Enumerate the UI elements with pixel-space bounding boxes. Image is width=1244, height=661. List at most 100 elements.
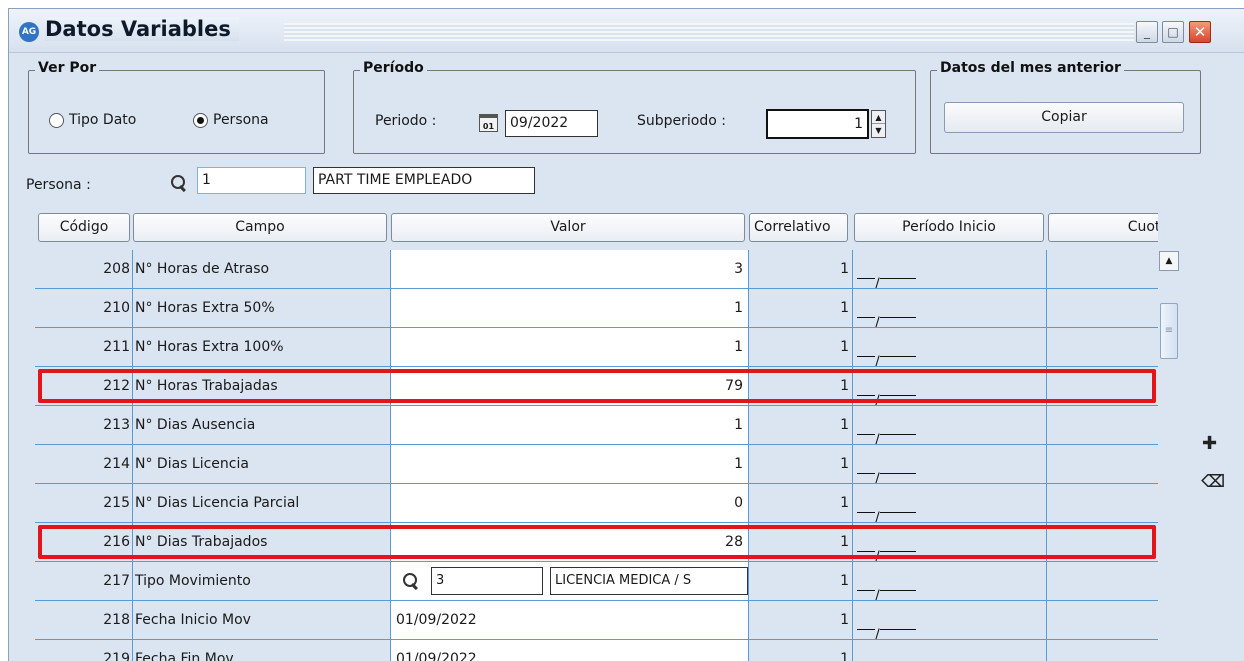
periodo-inicio-cell[interactable]: / xyxy=(852,328,1046,366)
table-row[interactable]: 212 N° Horas Trabajadas 79 1/ xyxy=(35,367,1158,406)
table-row[interactable]: 218 Fecha Inicio Mov 01/09/2022 1/ xyxy=(35,601,1158,640)
periodo-year-slot[interactable] xyxy=(879,601,916,639)
periodo-month-slot[interactable] xyxy=(857,367,875,405)
periodo-month-slot[interactable] xyxy=(857,289,875,327)
periodo-year-slot[interactable] xyxy=(879,484,916,522)
valor-cell[interactable]: 3 LICENCIA MEDICA / S xyxy=(390,562,748,600)
periodo-year-slot[interactable] xyxy=(879,523,916,561)
table-row[interactable]: 215 N° Dias Licencia Parcial 0 1/ xyxy=(35,484,1158,523)
radio-tipo-dato[interactable]: Tipo Dato xyxy=(49,112,136,128)
correlativo-cell: 1 xyxy=(748,601,852,639)
periodo-inicio-cell[interactable]: / xyxy=(852,562,1046,600)
column-header-cuota[interactable]: Cuota xyxy=(1048,213,1158,242)
copiar-button[interactable]: Copiar xyxy=(944,102,1184,133)
valor-cell[interactable]: 01/09/2022 xyxy=(390,640,748,661)
periodo-group-label: Período xyxy=(360,60,427,76)
periodo-month-slot[interactable] xyxy=(857,601,875,639)
periodo-month-slot[interactable] xyxy=(857,562,875,600)
scroll-up-icon[interactable]: ▲ xyxy=(1159,251,1179,271)
periodo-inicio-cell[interactable]: / xyxy=(852,640,1046,661)
search-icon[interactable] xyxy=(403,573,419,589)
periodo-month-slot[interactable] xyxy=(857,250,875,288)
column-header-periodo-inicio[interactable]: Período Inicio xyxy=(854,213,1044,242)
periodo-inicio-cell[interactable]: / xyxy=(852,445,1046,483)
periodo-input[interactable]: 09/2022 xyxy=(505,110,598,137)
periodo-year-slot[interactable] xyxy=(879,445,916,483)
valor-cell[interactable]: 0 xyxy=(390,484,748,522)
valor-cell[interactable]: 01/09/2022 xyxy=(390,601,748,639)
periodo-inicio-cell[interactable]: / xyxy=(852,250,1046,288)
minimize-button[interactable]: _ xyxy=(1136,21,1158,43)
periodo-year-slot[interactable] xyxy=(879,406,916,444)
valor-cell[interactable]: 3 xyxy=(390,250,748,288)
codigo-cell: 214 xyxy=(35,445,132,483)
add-row-icon[interactable]: ✚ xyxy=(1202,433,1217,454)
correlativo-cell: 1 xyxy=(748,523,852,561)
valor-cell[interactable]: 1 xyxy=(390,445,748,483)
periodo-inicio-cell[interactable]: / xyxy=(852,601,1046,639)
valor-cell[interactable]: 1 xyxy=(390,406,748,444)
radio-tipo-dato-circle[interactable] xyxy=(49,112,64,128)
periodo-year-slot[interactable] xyxy=(879,250,916,288)
lookup-code-input[interactable]: 3 xyxy=(431,567,543,595)
stepper-down-icon[interactable]: ▼ xyxy=(872,124,885,137)
calendar-icon[interactable]: 01 xyxy=(479,114,498,132)
periodo-inicio-cell[interactable]: / xyxy=(852,289,1046,327)
periodo-month-slot[interactable] xyxy=(857,328,875,366)
table-row[interactable]: 219Fecha Fin Mov01/09/20221/ xyxy=(35,640,1158,661)
stepper-up-icon[interactable]: ▲ xyxy=(872,111,885,124)
periodo-month-slot[interactable] xyxy=(857,406,875,444)
cuota-cell xyxy=(1046,523,1158,561)
periodo-inicio-cell[interactable]: / xyxy=(852,367,1046,405)
table-row[interactable]: 210 N° Horas Extra 50% 1 1/ xyxy=(35,289,1158,328)
vertical-scrollbar[interactable]: ▲ ≡ xyxy=(1158,250,1180,661)
valor-cell[interactable]: 1 xyxy=(390,328,748,366)
table-row[interactable]: 211 N° Horas Extra 100% 1 1/ xyxy=(35,328,1158,367)
subperiodo-stepper[interactable]: ▲ ▼ xyxy=(871,110,886,138)
radio-tipo-dato-label: Tipo Dato xyxy=(69,112,137,128)
column-header-valor[interactable]: Valor xyxy=(391,213,745,242)
cuota-cell xyxy=(1046,406,1158,444)
periodo-year-slot[interactable] xyxy=(879,289,916,327)
valor-cell[interactable]: 1 xyxy=(390,289,748,327)
subperiodo-input[interactable]: 1 xyxy=(766,109,869,139)
persona-id-input[interactable]: 1 xyxy=(197,167,306,194)
cuota-cell xyxy=(1046,328,1158,366)
close-button[interactable]: ✕ xyxy=(1189,21,1211,43)
periodo-inicio-cell[interactable]: / xyxy=(852,406,1046,444)
search-icon[interactable] xyxy=(171,175,187,191)
table-row[interactable]: 216 N° Dias Trabajados 28 1/ xyxy=(35,523,1158,562)
radio-persona-circle[interactable] xyxy=(193,112,208,128)
persona-name-field: PART TIME EMPLEADO xyxy=(313,167,535,194)
periodo-month-slot[interactable] xyxy=(857,445,875,483)
maximize-button[interactable]: □ xyxy=(1162,21,1184,43)
periodo-year-slot[interactable] xyxy=(880,640,916,661)
periodo-month-slot[interactable] xyxy=(857,640,875,661)
campo-cell: Fecha Inicio Mov xyxy=(132,601,390,639)
table-row[interactable]: 213 N° Dias Ausencia 1 1/ xyxy=(35,406,1158,445)
correlativo-cell: 1 xyxy=(748,367,852,405)
campo-cell: N° Dias Licencia xyxy=(132,445,390,483)
periodo-year-slot[interactable] xyxy=(879,328,916,366)
delete-row-icon[interactable]: ⌫ xyxy=(1201,472,1225,492)
table-row[interactable]: 214 N° Dias Licencia 1 1/ xyxy=(35,445,1158,484)
codigo-cell: 211 xyxy=(35,328,132,366)
scrollbar-thumb[interactable]: ≡ xyxy=(1160,303,1178,359)
radio-persona[interactable]: Persona xyxy=(193,112,269,128)
table-row[interactable]: 208 N° Horas de Atraso 3 1/ xyxy=(35,250,1158,289)
periodo-month-slot[interactable] xyxy=(857,484,875,522)
periodo-inicio-cell[interactable]: / xyxy=(852,484,1046,522)
correlativo-cell: 1 xyxy=(748,484,852,522)
valor-cell[interactable]: 28 xyxy=(390,523,748,561)
periodo-inicio-cell[interactable]: / xyxy=(852,523,1046,561)
valor-cell[interactable]: 79 xyxy=(390,367,748,405)
title-bar[interactable]: AG Datos Variables _ □ ✕ xyxy=(9,9,1244,53)
correlativo-cell: 1 xyxy=(748,445,852,483)
column-header-correlativo[interactable]: Correlativo xyxy=(749,213,848,242)
periodo-month-slot[interactable] xyxy=(857,523,875,561)
table-row[interactable]: 217 Tipo Movimiento 3 LICENCIA MEDICA / S 1/ xyxy=(35,562,1158,601)
column-header-codigo[interactable]: Código xyxy=(38,213,130,242)
periodo-year-slot[interactable] xyxy=(879,367,916,405)
column-header-campo[interactable]: Campo xyxy=(133,213,387,242)
periodo-year-slot[interactable] xyxy=(879,562,916,600)
